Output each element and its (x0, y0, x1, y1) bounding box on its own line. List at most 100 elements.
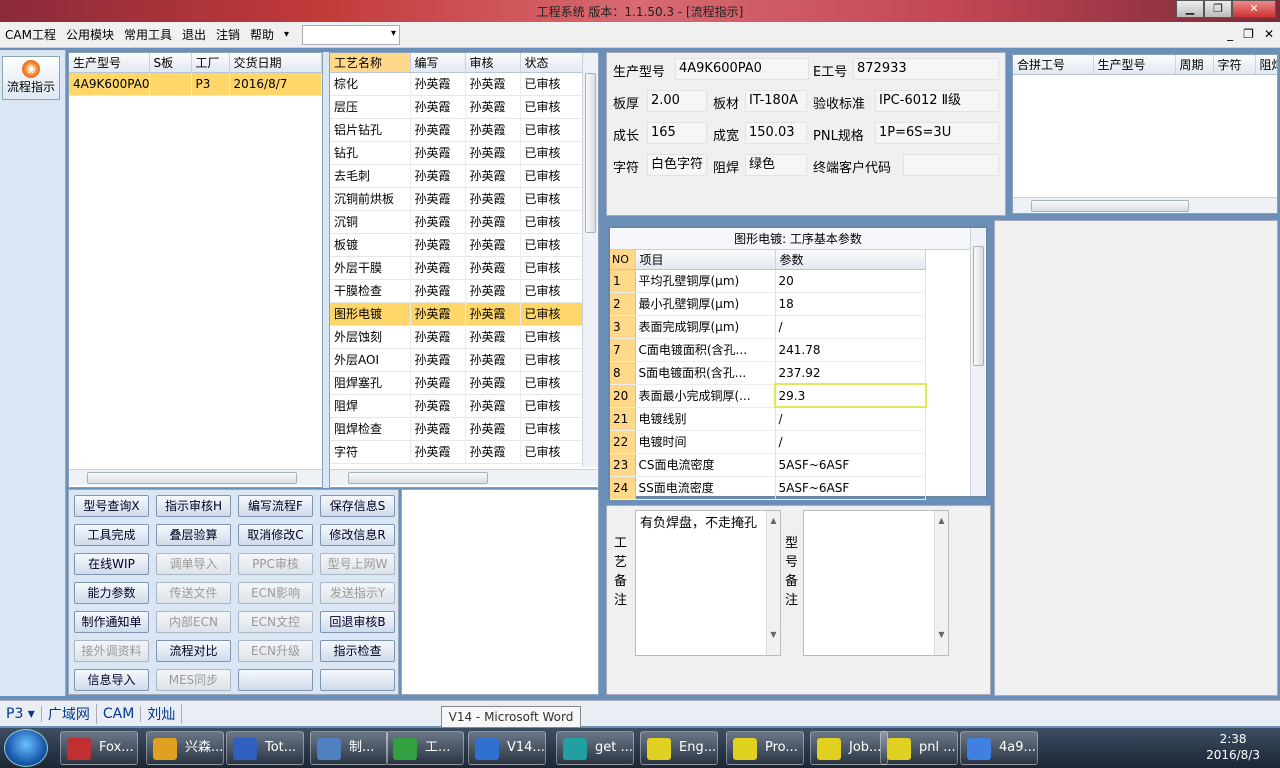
action-button[interactable] (238, 669, 313, 691)
menu-exit[interactable]: 退出 (177, 26, 211, 43)
table-row[interactable]: 阻焊 孙英霞 孙英霞 已审核 (330, 394, 583, 418)
table-row[interactable]: 图形电镀 孙英霞 孙英霞 已审核 (330, 302, 583, 326)
taskbar-item[interactable]: V14... (468, 731, 546, 765)
action-button[interactable]: ECN文控 (238, 611, 313, 633)
table-row[interactable]: 21 电镀线别 / (610, 407, 926, 431)
col-status[interactable]: 状态 (520, 53, 583, 73)
col-merge-cycle[interactable]: 周期 (1175, 55, 1214, 75)
action-button[interactable]: 修改信息R (320, 524, 395, 546)
action-button[interactable]: 型号查询X (74, 495, 149, 517)
action-button[interactable]: 在线WIP (74, 553, 149, 575)
mdi-restore-icon[interactable]: ❐ (1243, 27, 1254, 41)
status-factory[interactable]: P3 ▾ (0, 705, 42, 722)
flow-indicator-button[interactable]: ◉ 流程指示 (2, 56, 60, 100)
table-row[interactable]: 外层蚀刻 孙英霞 孙英霞 已审核 (330, 325, 583, 349)
col-date[interactable]: 交货日期 (229, 53, 322, 73)
mdi-minimize-icon[interactable]: _ (1227, 27, 1233, 41)
action-button[interactable]: 信息导入 (74, 669, 149, 691)
action-button[interactable]: 发送指示Y (320, 582, 395, 604)
col-process[interactable]: 工艺名称 (330, 53, 411, 73)
table-row[interactable]: 8 S面电镀面积(含孔... 237.92 (610, 361, 926, 385)
action-button[interactable]: 取消修改C (238, 524, 313, 546)
col-s[interactable]: S板 (149, 53, 192, 73)
menu-cam[interactable]: CAM工程 (0, 26, 61, 43)
col-merge-no[interactable]: 合拼工号 (1013, 55, 1094, 75)
taskbar-item[interactable]: 4a9... (960, 731, 1038, 765)
action-button[interactable]: 保存信息S (320, 495, 395, 517)
table-row[interactable]: 字符 孙英霞 孙英霞 已审核 (330, 440, 583, 464)
table-row[interactable]: 沉铜前烘板 孙英霞 孙英霞 已审核 (330, 187, 583, 211)
action-button[interactable]: 传送文件 (156, 582, 231, 604)
taskbar-item[interactable]: pnl ... (880, 731, 958, 765)
action-button[interactable]: PPC审核 (238, 553, 313, 575)
table-row[interactable]: 阻焊塞孔 孙英霞 孙英霞 已审核 (330, 371, 583, 395)
table-row[interactable]: 铝片钻孔 孙英霞 孙英霞 已审核 (330, 118, 583, 142)
menu-common[interactable]: 公用模块 (61, 26, 119, 43)
table-row[interactable]: 层压 孙英霞 孙英霞 已审核 (330, 95, 583, 119)
col-no[interactable]: NO (610, 250, 636, 270)
col-model[interactable]: 生产型号 (69, 53, 150, 73)
action-button[interactable]: 叠层验算 (156, 524, 231, 546)
action-button[interactable]: 能力参数 (74, 582, 149, 604)
process-vscroll[interactable] (582, 53, 598, 467)
action-button[interactable]: ECN升级 (238, 640, 313, 662)
menu-help[interactable]: 帮助 (245, 26, 279, 43)
menu-logout[interactable]: 注销 (211, 26, 245, 43)
params-vscroll[interactable] (970, 228, 986, 496)
action-button[interactable]: 指示检查 (320, 640, 395, 662)
action-button[interactable]: ECN影响 (238, 582, 313, 604)
action-button[interactable]: 工具完成 (74, 524, 149, 546)
col-item[interactable]: 项目 (635, 250, 776, 270)
taskbar-item[interactable]: Fox... (60, 731, 138, 765)
action-button[interactable]: 回退审核B (320, 611, 395, 633)
col-factory[interactable]: 工厂 (191, 53, 230, 73)
table-row[interactable]: 外层AOI 孙英霞 孙英霞 已审核 (330, 348, 583, 372)
taskbar-item[interactable]: Pro... (726, 731, 804, 765)
maximize-button[interactable]: ❐ (1204, 0, 1232, 18)
action-button[interactable]: 调单导入 (156, 553, 231, 575)
mdi-close-icon[interactable]: ✕ (1264, 27, 1274, 41)
action-button[interactable]: 制作通知单 (74, 611, 149, 633)
minimize-button[interactable]: ▁ (1176, 0, 1204, 18)
table-row[interactable]: 4A9K600PA0 P3 2016/8/7 (69, 72, 322, 96)
action-button[interactable]: 指示审核H (156, 495, 231, 517)
table-row[interactable]: 沉铜 孙英霞 孙英霞 已审核 (330, 210, 583, 234)
taskbar-item[interactable]: get ... (556, 731, 634, 765)
menu-tools[interactable]: 常用工具 (119, 26, 177, 43)
taskbar-item[interactable]: Eng... (640, 731, 718, 765)
taskbar-item[interactable]: 兴森... (146, 731, 224, 765)
table-row[interactable]: 20 表面最小完成铜厚(... 29.3 (610, 383, 927, 408)
col-merge-model[interactable]: 生产型号 (1093, 55, 1176, 75)
table-row[interactable]: 棕化 孙英霞 孙英霞 已审核 (330, 72, 583, 96)
table-row[interactable]: 22 电镀时间 / (610, 430, 926, 454)
clock[interactable]: 2:38 2016/8/3 (1206, 731, 1260, 763)
model-remark-field[interactable]: ▲ ▼ (803, 510, 949, 656)
action-button[interactable]: 内部ECN (156, 611, 231, 633)
action-button[interactable]: 编写流程F (238, 495, 313, 517)
start-button[interactable] (4, 729, 48, 767)
action-button[interactable]: 接外调资料 (74, 640, 149, 662)
table-row[interactable]: 24 SS面电流密度 5ASF~6ASF (610, 476, 926, 500)
process-hscroll[interactable] (330, 469, 598, 485)
col-merge-char[interactable]: 字符 (1213, 55, 1256, 75)
table-row[interactable]: 23 CS面电流密度 5ASF~6ASF (610, 453, 926, 477)
menu-overflow[interactable]: ▾ (279, 29, 294, 40)
table-row[interactable]: 2 最小孔壁铜厚(μm) 18 (610, 292, 926, 316)
col-author[interactable]: 编写 (410, 53, 466, 73)
orders-hscroll[interactable] (69, 469, 322, 485)
process-remark-field[interactable]: 有负焊盘，不走掩孔 ▲ ▼ (635, 510, 781, 656)
taskbar-item[interactable]: Job... (810, 731, 888, 765)
table-row[interactable]: 7 C面电镀面积(含孔... 241.78 (610, 338, 926, 362)
col-reviewer[interactable]: 审核 (465, 53, 521, 73)
action-button[interactable] (320, 669, 395, 691)
taskbar-item[interactable]: Tot... (226, 731, 304, 765)
table-row[interactable]: 板镀 孙英霞 孙英霞 已审核 (330, 233, 583, 257)
table-row[interactable]: 去毛刺 孙英霞 孙英霞 已审核 (330, 164, 583, 188)
table-row[interactable]: 3 表面完成铜厚(μm) / (610, 315, 926, 339)
merge-hscroll[interactable] (1013, 197, 1277, 213)
table-row[interactable]: 阻焊检查 孙英霞 孙英霞 已审核 (330, 417, 583, 441)
close-button[interactable]: ✕ (1232, 0, 1276, 18)
action-button[interactable]: 流程对比 (156, 640, 231, 662)
col-merge-mask[interactable]: 阻焊 (1255, 55, 1277, 75)
table-row[interactable]: 外层干膜 孙英霞 孙英霞 已审核 (330, 256, 583, 280)
